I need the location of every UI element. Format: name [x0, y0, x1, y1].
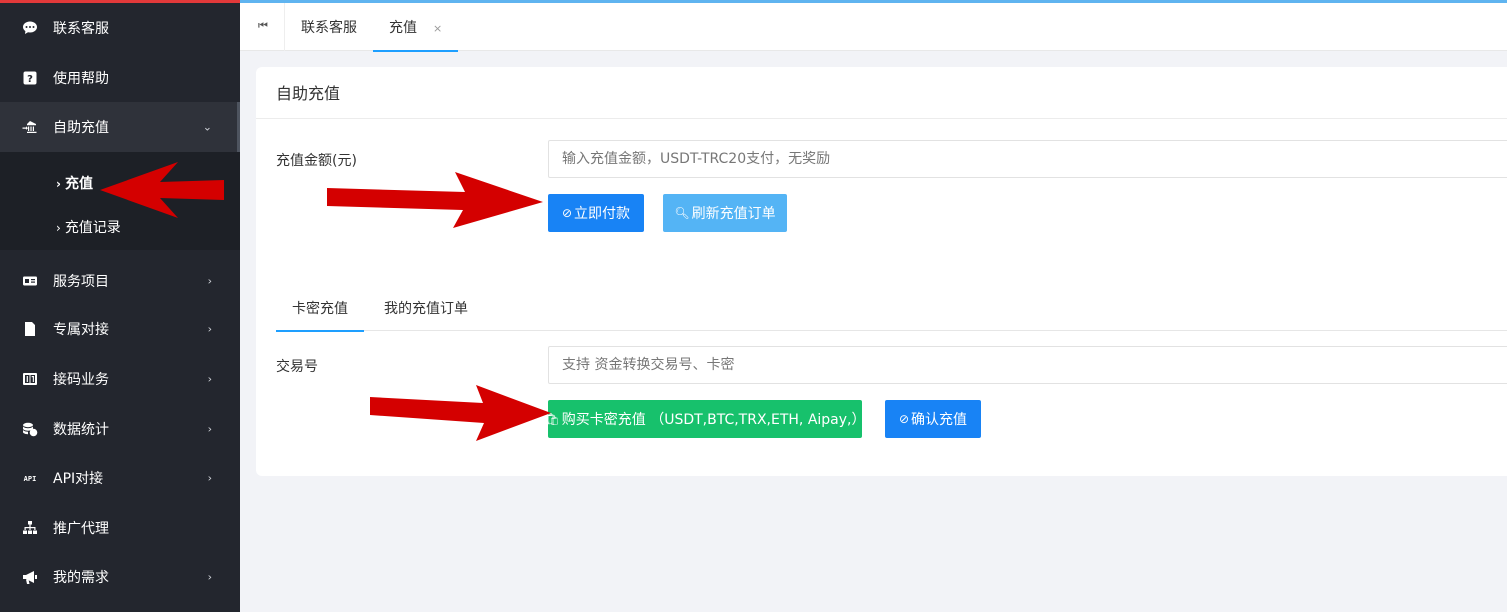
chevron-right-icon: › [207, 570, 212, 584]
chevron-right-icon: › [56, 221, 61, 235]
chevron-right-icon: › [207, 372, 212, 386]
top-tab-bar: ⏮ 联系客服 充值 × [240, 0, 1507, 52]
document-icon [22, 321, 38, 337]
sidebar-item-label: 服务项目 [53, 274, 109, 290]
sidebar-subitem-recharge-records[interactable]: › 充值记录 [56, 217, 121, 237]
sidebar-item-label: 使用帮助 [53, 71, 109, 87]
sidebar-item-label: 自助充值 [53, 120, 109, 136]
sidebar: 联系客服 ? 使用帮助 自助充值 ⌄ › 充值 › 充值记录 服务项目 › 专属… [0, 0, 240, 612]
sidebar-subitem-label: 充值 [64, 176, 93, 192]
chat-bubble-icon [22, 20, 38, 36]
sidebar-item-customer-service[interactable]: 联系客服 [0, 3, 240, 53]
sidebar-item-sms-code[interactable]: 接码业务 › [0, 354, 240, 404]
transaction-input[interactable] [548, 346, 1507, 384]
tab-label: 联系客服 [301, 20, 357, 36]
card-title: 自助充值 [256, 67, 1507, 119]
sidebar-item-label: 我的需求 [53, 570, 109, 586]
skip-back-icon[interactable]: ⏮ [258, 20, 272, 32]
check-circle-icon: ⊘ [561, 206, 573, 220]
chevron-right-icon: › [207, 422, 212, 436]
chevron-right-icon: › [207, 322, 212, 336]
sidebar-item-promotion[interactable]: 推广代理 [0, 503, 240, 553]
megaphone-icon [22, 569, 38, 585]
refresh-orders-button[interactable]: 🔍︎ 刷新充值订单 [663, 194, 787, 232]
id-card-icon [22, 273, 38, 289]
button-label: 立即付款 [574, 206, 631, 222]
chevron-right-icon: › [56, 177, 61, 191]
annotation-arrow-right-pay [327, 172, 543, 228]
search-icon: 🔍︎ [674, 206, 690, 220]
tab-label: 卡密充值 [292, 301, 348, 317]
question-box-icon: ? [22, 70, 38, 86]
chevron-right-icon: › [207, 274, 212, 288]
recharge-tabs: 卡密充值 我的充值订单 [276, 291, 1507, 332]
sidebar-item-help[interactable]: ? 使用帮助 [0, 53, 240, 103]
svg-text:API: API [24, 475, 37, 483]
coins-icon [22, 421, 38, 437]
sitemap-icon [22, 520, 38, 536]
chevron-right-icon: › [207, 471, 212, 485]
tab-label: 我的充值订单 [384, 301, 468, 317]
tab-my-orders[interactable]: 我的充值订单 [376, 291, 476, 331]
amount-label: 充值金额(元) [276, 153, 357, 169]
sidebar-subitem-recharge[interactable]: › 充值 [56, 173, 93, 193]
sidebar-item-api[interactable]: API API对接 › [0, 453, 240, 503]
sidebar-item-services[interactable]: 服务项目 › [0, 256, 240, 306]
divider [284, 3, 285, 51]
amount-input[interactable] [548, 140, 1507, 178]
annotation-arrow-left [100, 162, 224, 218]
tab-recharge[interactable]: 充值 × [373, 3, 459, 52]
sidebar-item-label: 联系客服 [53, 21, 109, 37]
sidebar-item-dedicated[interactable]: 专属对接 › [0, 304, 240, 354]
sidebar-item-statistics[interactable]: 数据统计 › [0, 404, 240, 454]
close-icon[interactable]: × [433, 22, 442, 35]
check-circle-icon: ⊘ [898, 412, 910, 426]
api-text-icon: API [22, 470, 38, 486]
sidebar-item-label: 数据统计 [53, 422, 109, 438]
sidebar-item-label: 接码业务 [53, 372, 109, 388]
tab-label: 充值 [389, 20, 417, 36]
confirm-recharge-button[interactable]: ⊘ 确认充值 [885, 400, 981, 438]
button-label: 确认充值 [911, 412, 968, 428]
sidebar-item-my-needs[interactable]: 我的需求 › [0, 552, 240, 602]
sidebar-item-self-recharge[interactable]: 自助充值 ⌄ [0, 102, 240, 152]
buy-card-code-button[interactable]: 🛍︎ 购买卡密充值 （USDT,BTC,TRX,ETH, Aipay,） [545, 400, 866, 438]
bank-icon [22, 119, 38, 135]
sidebar-item-label: 推广代理 [53, 521, 109, 537]
pay-now-button[interactable]: ⊘ 立即付款 [548, 194, 644, 232]
sidebar-subitem-label: 充值记录 [64, 220, 121, 236]
tab-card-code-recharge[interactable]: 卡密充值 [276, 291, 364, 332]
button-label: 刷新充值订单 [691, 206, 776, 222]
sidebar-item-label: 专属对接 [53, 322, 109, 338]
chevron-down-icon: ⌄ [202, 120, 212, 134]
annotation-arrow-right-buy [370, 385, 551, 441]
button-label: 购买卡密充值 （USDT,BTC,TRX,ETH, Aipay,） [561, 412, 866, 428]
svg-text:?: ? [27, 74, 33, 85]
active-edge-indicator [237, 102, 240, 152]
tab-customer-service[interactable]: 联系客服 [301, 3, 357, 51]
numeric-box-icon [22, 371, 38, 387]
sidebar-item-label: API对接 [53, 471, 104, 487]
transaction-label: 交易号 [276, 359, 318, 375]
